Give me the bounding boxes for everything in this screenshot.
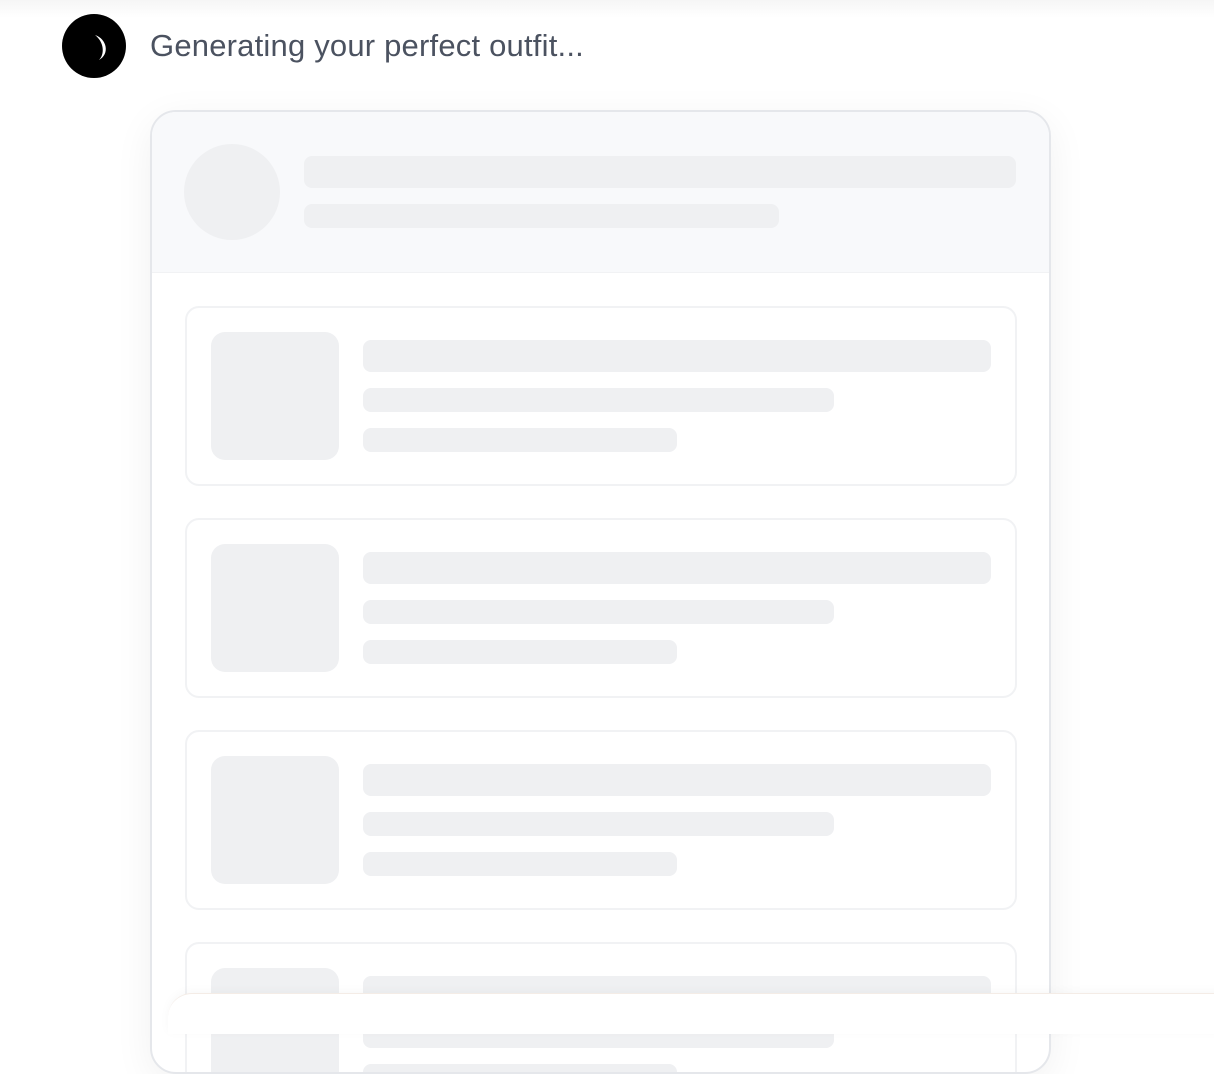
skeleton-thumbnail	[211, 756, 339, 884]
skeleton-line	[363, 812, 834, 836]
skeleton-line	[363, 764, 991, 796]
skeleton-line	[363, 428, 677, 452]
status-row: Generating your perfect outfit...	[62, 14, 584, 78]
skeleton-thumbnail	[211, 544, 339, 672]
skeleton-line	[363, 340, 991, 372]
skeleton-line	[363, 640, 677, 664]
skeleton-thumbnail	[211, 332, 339, 460]
skeleton-item	[185, 306, 1017, 486]
skeleton-line	[363, 1064, 677, 1072]
skeleton-line	[363, 552, 991, 584]
skeleton-line	[363, 600, 834, 624]
skeleton-header	[152, 112, 1049, 273]
skeleton-item	[185, 518, 1017, 698]
skeleton-line	[363, 388, 834, 412]
status-text: Generating your perfect outfit...	[150, 28, 584, 63]
skeleton-subtitle	[304, 204, 779, 228]
loading-spinner-icon	[62, 14, 126, 78]
skeleton-title	[304, 156, 1016, 188]
outfit-skeleton-card	[150, 110, 1051, 1074]
skeleton-avatar	[184, 144, 280, 240]
skeleton-line	[363, 852, 677, 876]
skeleton-item	[185, 730, 1017, 910]
